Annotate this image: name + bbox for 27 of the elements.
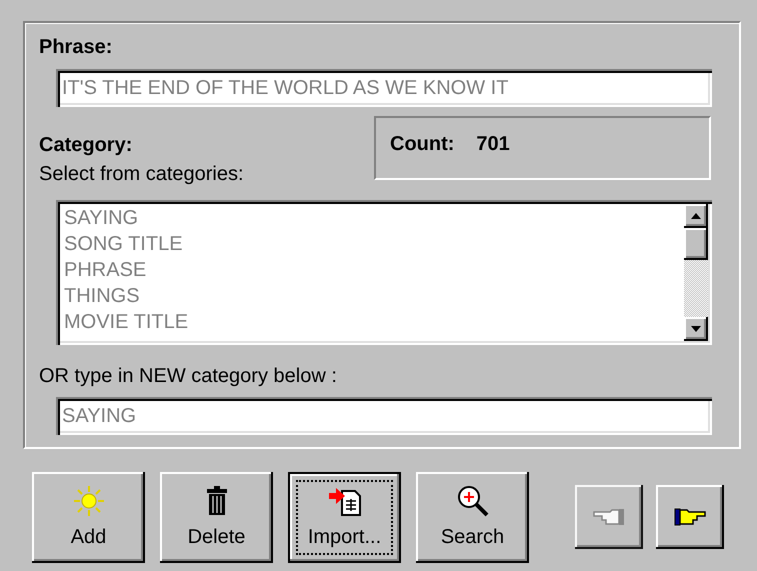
new-category-field[interactable]: SAYING: [56, 397, 712, 435]
list-item[interactable]: PHRASE: [64, 257, 684, 283]
hand-right-icon: [673, 506, 707, 528]
list-item[interactable]: SONG TITLE: [64, 231, 684, 257]
import-button[interactable]: Import...: [288, 472, 401, 563]
magnifier-icon: [456, 484, 490, 518]
phrase-label: Phrase:: [39, 35, 114, 59]
select-categories-label: Select from categories:: [39, 162, 245, 186]
scroll-down-icon[interactable]: [691, 326, 701, 332]
sun-icon: [72, 484, 104, 516]
phrase-field[interactable]: IT'S THE END OF THE WORLD AS WE KNOW IT: [56, 69, 712, 107]
count-value: 701: [476, 132, 510, 157]
hand-left-icon: [592, 506, 626, 528]
search-button[interactable]: Search: [416, 472, 529, 563]
add-button[interactable]: Add: [32, 472, 145, 563]
delete-button[interactable]: Delete: [160, 472, 273, 563]
list-item[interactable]: MOVIE TITLE: [64, 309, 684, 335]
next-button[interactable]: [656, 485, 724, 549]
scroll-bar[interactable]: [684, 204, 708, 341]
new-category-label: OR type in NEW category below :: [39, 364, 338, 388]
scroll-thumb[interactable]: [684, 228, 708, 260]
category-list[interactable]: SAYING SONG TITLE PHRASE THINGS MOVIE TITLE: [56, 200, 712, 345]
count-label: Count:: [390, 132, 454, 157]
list-item[interactable]: THINGS: [64, 283, 684, 309]
scroll-up-icon[interactable]: [691, 213, 701, 219]
category-label: Category:: [39, 133, 134, 157]
list-item[interactable]: SAYING: [64, 205, 684, 231]
